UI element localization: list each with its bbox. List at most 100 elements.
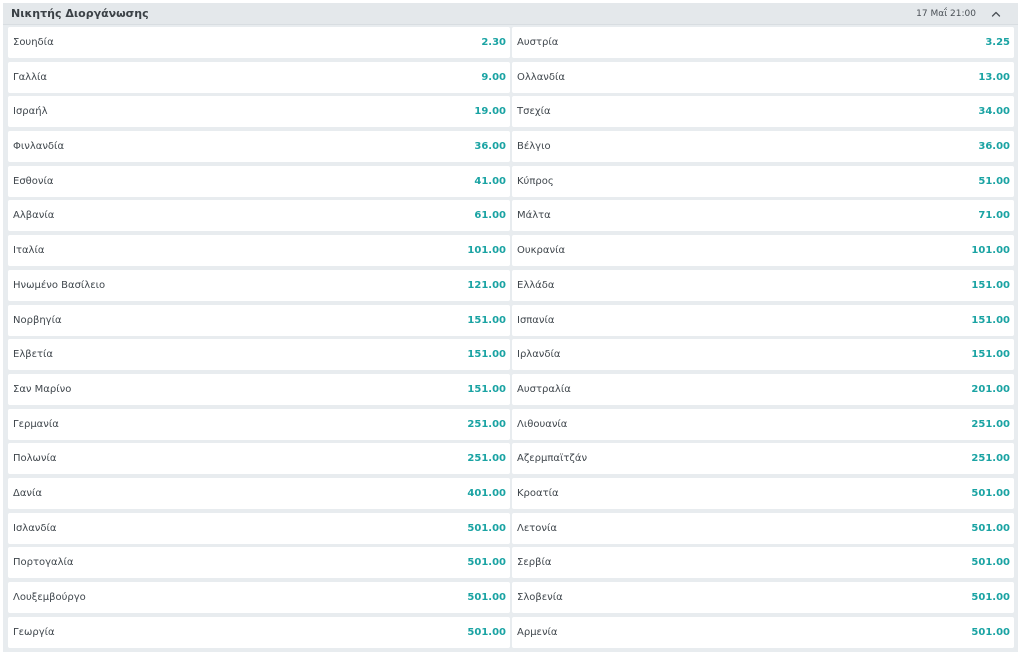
selection-odds: 501.00 [467, 592, 506, 603]
selection-cell[interactable]: Λουξεμβούργο 501.00 [8, 582, 510, 613]
selection-cell[interactable]: Γερμανία 251.00 [8, 408, 510, 440]
selection-odds: 61.00 [474, 210, 506, 222]
selection-name: Γαλλία [13, 71, 47, 83]
selection-name: Λουξεμβούργο [13, 592, 86, 603]
selection-odds: 151.00 [467, 383, 506, 395]
selection-odds: 151.00 [971, 314, 1010, 326]
selection-cell[interactable]: Ηνωμένο Βασίλειο 121.00 [8, 269, 510, 301]
market-panel: Νικητής Διοργάνωσης 17 Μαΐ 21:00 Σουηδία… [3, 3, 1018, 652]
selection-cell[interactable]: Βέλγιο 36.00 [512, 131, 1014, 163]
selection-cell[interactable]: Γεωργία 501.00 [8, 616, 510, 648]
chevron-up-icon [991, 11, 1001, 17]
selection-name: Σερβία [517, 557, 552, 569]
selection-odds: 3.25 [985, 37, 1010, 48]
selection-name: Αυστρία [517, 37, 559, 48]
selection-odds: 251.00 [467, 418, 506, 430]
selection-cell[interactable]: Ελβετία 151.00 [8, 339, 510, 371]
selection-name: Ηνωμένο Βασίλειο [13, 279, 106, 291]
selection-cell[interactable]: Αλβανία 61.00 [8, 200, 510, 232]
selection-cell[interactable]: Πορτογαλία 501.00 [8, 547, 510, 579]
selection-cell[interactable]: Αζερμπαϊτζάν 251.00 [512, 443, 1014, 475]
selection-name: Ελλάδα [517, 279, 555, 291]
selection-odds: 151.00 [467, 314, 506, 326]
selection-name: Σλοβενία [517, 592, 563, 603]
selection-name: Ισραήλ [13, 106, 48, 118]
selection-odds: 2.30 [481, 37, 506, 48]
selection-cell[interactable]: Ιρλανδία 151.00 [512, 339, 1014, 371]
selection-name: Ουκρανία [517, 245, 566, 257]
selection-name: Αρμενία [517, 626, 558, 638]
selection-odds: 101.00 [971, 245, 1010, 257]
selection-name: Κύπρος [517, 175, 554, 187]
selection-name: Φινλανδία [13, 141, 65, 153]
selection-cell[interactable]: Σουηδία 2.30 [8, 27, 510, 58]
selection-odds: 101.00 [467, 245, 506, 257]
selection-name: Πολωνία [13, 453, 57, 465]
selection-name: Λετονία [517, 522, 557, 534]
selection-cell[interactable]: Κύπρος 51.00 [512, 165, 1014, 197]
selection-odds: 501.00 [971, 522, 1010, 534]
selection-cell[interactable]: Φινλανδία 36.00 [8, 131, 510, 163]
selection-cell[interactable]: Δανία 401.00 [8, 477, 510, 509]
selection-cell[interactable]: Λιθουανία 251.00 [512, 408, 1014, 440]
selection-odds: 251.00 [971, 453, 1010, 465]
selection-name: Ελβετία [13, 349, 54, 361]
selection-cell[interactable]: Σλοβενία 501.00 [512, 582, 1014, 613]
selection-odds: 501.00 [971, 592, 1010, 603]
selection-name: Λιθουανία [517, 418, 568, 430]
collapse-button[interactable] [988, 6, 1004, 22]
selection-name: Κροατία [517, 487, 559, 499]
selection-odds: 501.00 [467, 557, 506, 569]
selection-cell[interactable]: Τσεχία 34.00 [512, 96, 1014, 128]
market-datetime: 17 Μαΐ 21:00 [916, 9, 976, 19]
selection-odds: 251.00 [467, 453, 506, 465]
selection-odds: 51.00 [978, 175, 1010, 187]
selection-name: Ισλανδία [13, 522, 57, 534]
selection-name: Μάλτα [517, 210, 551, 222]
selection-cell[interactable]: Ισπανία 151.00 [512, 304, 1014, 336]
selection-odds: 201.00 [971, 383, 1010, 395]
selection-name: Ισπανία [517, 314, 555, 326]
selection-name: Εσθονία [13, 175, 54, 187]
selection-cell[interactable]: Ισλανδία 501.00 [8, 512, 510, 544]
selection-cell[interactable]: Ουκρανία 101.00 [512, 235, 1014, 267]
selection-odds: 501.00 [467, 626, 506, 638]
selection-odds: 151.00 [971, 279, 1010, 291]
selection-cell[interactable]: Εσθονία 41.00 [8, 165, 510, 197]
selection-odds: 13.00 [978, 71, 1010, 83]
selection-name: Σαν Μαρίνο [13, 383, 72, 395]
selection-cell[interactable]: Αρμενία 501.00 [512, 616, 1014, 648]
selection-cell[interactable]: Γαλλία 9.00 [8, 61, 510, 93]
selection-name: Δανία [13, 487, 42, 499]
selection-cell[interactable]: Νορβηγία 151.00 [8, 304, 510, 336]
selection-name: Γερμανία [13, 418, 59, 430]
selection-odds: 151.00 [467, 349, 506, 361]
selection-odds: 41.00 [474, 175, 506, 187]
selection-cell[interactable]: Σαν Μαρίνο 151.00 [8, 373, 510, 405]
selection-cell[interactable]: Ελλάδα 151.00 [512, 269, 1014, 301]
selection-cell[interactable]: Αυστραλία 201.00 [512, 373, 1014, 405]
market-header[interactable]: Νικητής Διοργάνωσης 17 Μαΐ 21:00 [3, 3, 1018, 25]
selection-cell[interactable]: Πολωνία 251.00 [8, 443, 510, 475]
selection-odds: 121.00 [467, 279, 506, 291]
selection-cell[interactable]: Ιταλία 101.00 [8, 235, 510, 267]
selection-cell[interactable]: Αυστρία 3.25 [512, 27, 1014, 58]
selection-odds: 36.00 [474, 141, 506, 153]
selection-odds: 71.00 [978, 210, 1010, 222]
selection-name: Αλβανία [13, 210, 55, 222]
selection-grid: Σουηδία 2.30 Αυστρία 3.25 Γαλλία 9.00 Ολλανδία… [8, 27, 1014, 648]
selection-cell[interactable]: Ισραήλ 19.00 [8, 96, 510, 128]
selection-odds: 401.00 [467, 487, 506, 499]
market-title: Νικητής Διοργάνωσης [11, 7, 149, 20]
selection-name: Νορβηγία [13, 314, 62, 326]
selection-name: Ιρλανδία [517, 349, 561, 361]
selection-name: Ιταλία [13, 245, 45, 257]
selection-odds: 9.00 [481, 71, 506, 83]
selection-cell[interactable]: Μάλτα 71.00 [512, 200, 1014, 232]
selection-name: Βέλγιο [517, 141, 551, 153]
selection-cell[interactable]: Σερβία 501.00 [512, 547, 1014, 579]
selection-odds: 251.00 [971, 418, 1010, 430]
selection-cell[interactable]: Ολλανδία 13.00 [512, 61, 1014, 93]
selection-cell[interactable]: Κροατία 501.00 [512, 477, 1014, 509]
selection-cell[interactable]: Λετονία 501.00 [512, 512, 1014, 544]
